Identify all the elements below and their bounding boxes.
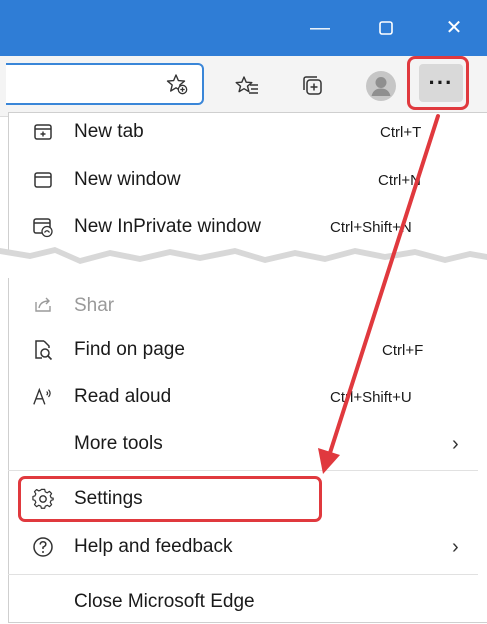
- menu-separator: [8, 470, 478, 471]
- new-window-icon: [32, 169, 54, 191]
- menu-item-new-window[interactable]: New window Ctrl+N: [8, 158, 478, 202]
- menu-item-find-on-page[interactable]: Find on page Ctrl+F: [8, 328, 478, 372]
- menu-item-label: New tab: [74, 121, 144, 142]
- maximize-icon: [379, 21, 393, 35]
- share-icon: [32, 293, 54, 315]
- favorites-icon[interactable]: [232, 71, 262, 101]
- menu-item-label: Help and feedback: [74, 536, 233, 557]
- menu-item-label: Read aloud: [74, 386, 172, 407]
- menu-item-label: Close Microsoft Edge: [74, 591, 255, 612]
- menu-item-read-aloud[interactable]: Read aloud Ctrl+Shift+U: [8, 375, 478, 419]
- new-tab-icon: [32, 121, 54, 143]
- add-favorite-icon[interactable]: [164, 71, 190, 97]
- menu-item-share[interactable]: Shar: [8, 283, 478, 319]
- menu-item-more-tools[interactable]: More tools ›: [8, 422, 478, 466]
- minimize-icon: —: [310, 17, 330, 39]
- menu-item-shortcut: Ctrl+T: [380, 123, 422, 141]
- torn-paper-edge: [0, 247, 487, 278]
- menu-separator: [8, 574, 478, 575]
- minimize-button[interactable]: —: [302, 14, 338, 42]
- menu-item-shortcut: Ctrl+Shift+N: [330, 218, 412, 236]
- title-bar: — ✕: [0, 0, 487, 56]
- menu-item-shortcut: Ctrl+Shift+U: [330, 388, 412, 406]
- menu-item-shortcut: Ctrl+F: [382, 341, 424, 359]
- chevron-right-icon: ›: [452, 432, 459, 455]
- menu-item-label: New window: [74, 169, 181, 190]
- close-icon: ✕: [445, 17, 463, 39]
- address-bar[interactable]: [6, 63, 204, 105]
- chevron-right-icon: ›: [452, 535, 459, 558]
- menu-item-label: More tools: [74, 433, 163, 454]
- collections-icon[interactable]: [298, 71, 328, 101]
- help-icon: [32, 536, 54, 558]
- settings-highlight: [18, 476, 322, 522]
- menu-item-label: Shar: [74, 295, 115, 316]
- find-icon: [32, 339, 54, 361]
- menu-item-new-tab[interactable]: New tab Ctrl+T: [8, 110, 478, 154]
- read-aloud-icon: [32, 386, 54, 408]
- menu-item-help-and-feedback[interactable]: Help and feedback ›: [8, 525, 478, 569]
- maximize-button[interactable]: [368, 14, 404, 42]
- profile-icon[interactable]: [364, 69, 398, 103]
- close-window-button[interactable]: ✕: [436, 14, 472, 42]
- more-button-highlight: [407, 56, 469, 110]
- menu-item-shortcut: Ctrl+N: [378, 171, 421, 189]
- menu-item-label: Find on page: [74, 339, 185, 360]
- menu-item-close-microsoft-edge[interactable]: Close Microsoft Edge: [8, 580, 478, 624]
